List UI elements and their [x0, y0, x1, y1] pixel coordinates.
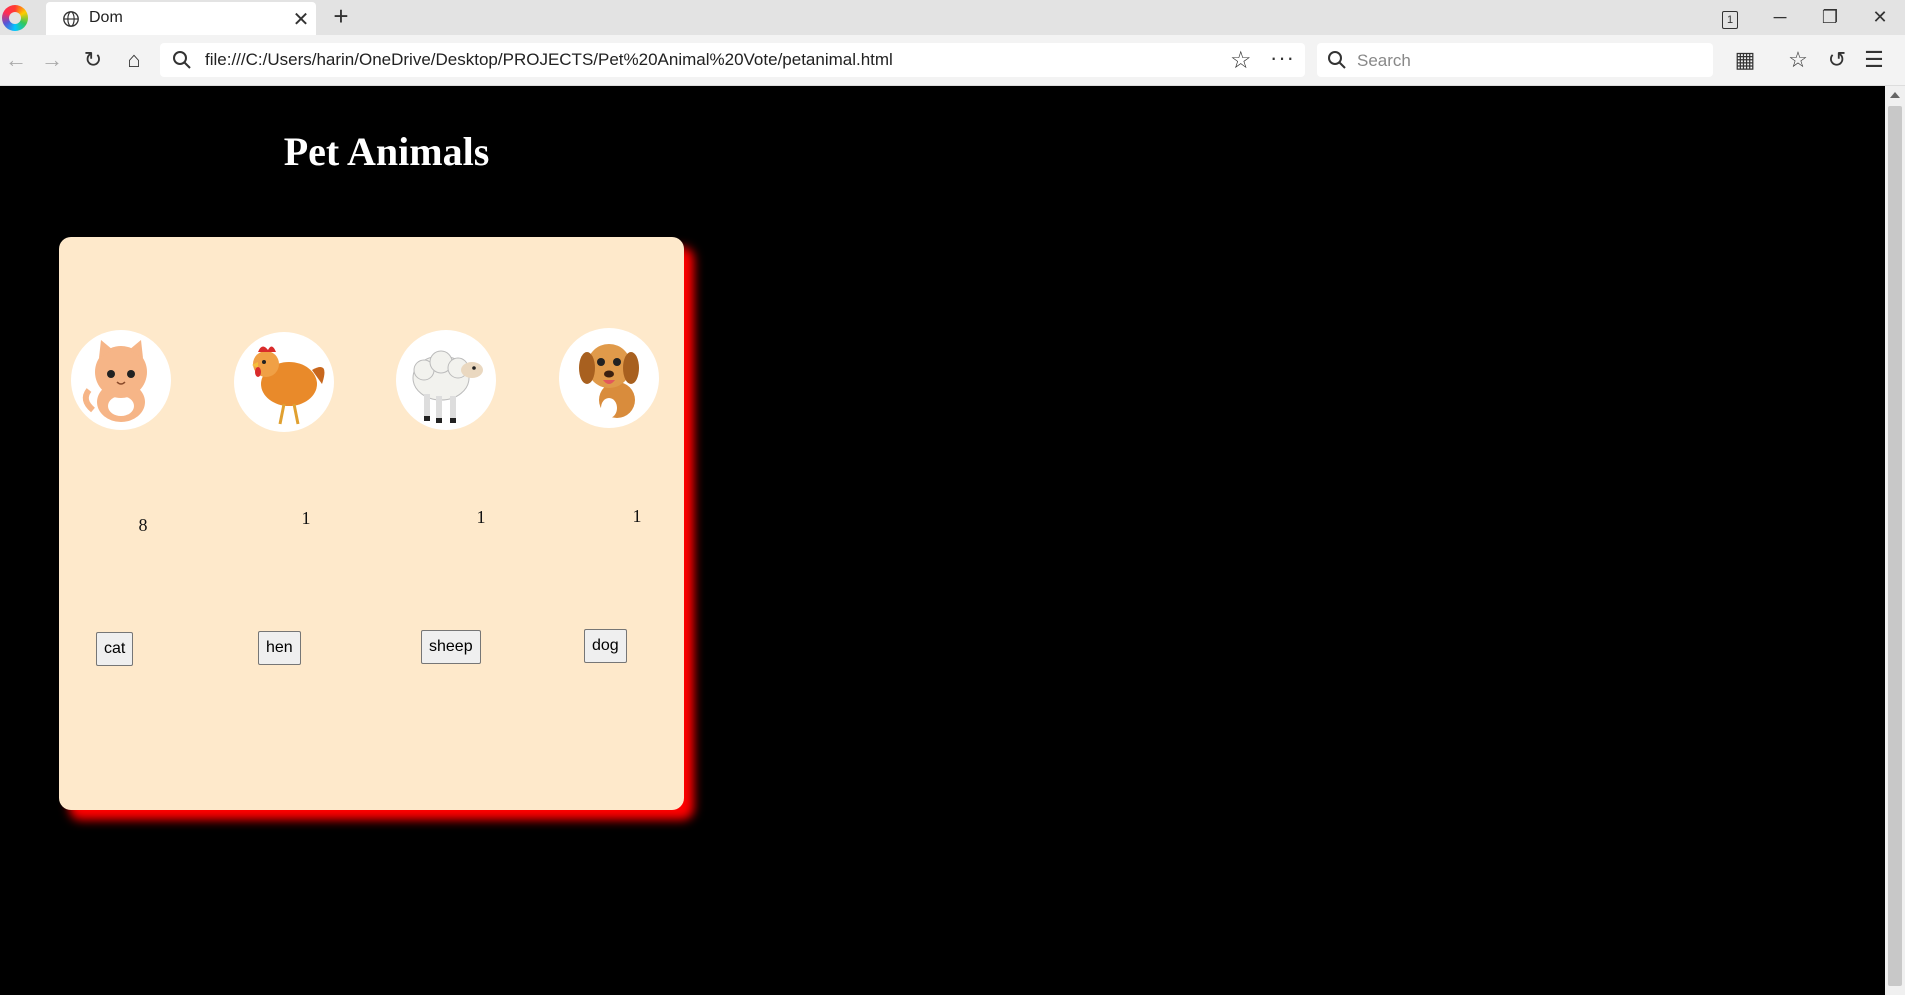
search-icon	[1328, 51, 1346, 69]
scrollbar-thumb[interactable]	[1888, 106, 1902, 986]
reload-icon[interactable]: ↻	[79, 46, 107, 74]
browser-logo-icon	[2, 5, 28, 31]
menu-icon[interactable]: ☰	[1860, 46, 1888, 74]
back-icon[interactable]: ←	[2, 46, 30, 74]
vote-dog-button[interactable]: dog	[584, 629, 627, 663]
tab-strip: Dom ✕ + 1 ─ ❐ ✕	[0, 0, 1905, 35]
home-icon[interactable]: ⌂	[120, 46, 148, 74]
favorites-icon[interactable]: ☆	[1784, 46, 1812, 74]
restore-icon[interactable]: ❐	[1813, 2, 1847, 32]
vote-card: 8 1 1 1 cat hen sheep dog	[59, 237, 684, 810]
undo-icon[interactable]: ↺	[1823, 46, 1851, 74]
forward-icon[interactable]: →	[38, 46, 66, 74]
cat-vote-count: 8	[138, 515, 148, 535]
more-options-icon[interactable]: ···	[1270, 45, 1295, 71]
dog-vote-count: 1	[632, 506, 642, 526]
tab-title: Dom	[89, 9, 123, 26]
hen-vote-count: 1	[301, 508, 311, 528]
bookmark-star-icon[interactable]: ☆	[1230, 46, 1252, 75]
address-bar[interactable]: file:///C:/Users/harin/OneDrive/Desktop/…	[160, 43, 1305, 77]
sheep-image	[396, 330, 496, 430]
sheep-icon	[412, 350, 483, 423]
tab-count: 1	[1722, 11, 1738, 29]
search-box[interactable]	[1317, 43, 1713, 77]
url-text[interactable]: file:///C:/Users/harin/OneDrive/Desktop/…	[205, 50, 893, 70]
page-content: Pet Animals 8 1 1 1 cat hen sheep dog	[0, 86, 1885, 995]
globe-icon	[63, 11, 79, 27]
search-icon	[173, 51, 191, 69]
new-tab-icon[interactable]: +	[326, 1, 356, 32]
page-title: Pet Animals	[283, 129, 490, 174]
vertical-scrollbar[interactable]	[1885, 86, 1905, 995]
hen-icon	[252, 346, 325, 425]
browser-tab[interactable]: Dom ✕	[46, 2, 316, 35]
hen-image	[234, 332, 334, 432]
navigation-bar: ← → ↻ ⌂ file:///C:/Users/harin/OneDrive/…	[0, 35, 1905, 86]
minimize-icon[interactable]: ─	[1763, 2, 1797, 32]
sheep-vote-count: 1	[476, 507, 486, 527]
vote-cat-button[interactable]: cat	[96, 632, 134, 666]
vote-sheep-button[interactable]: sheep	[421, 630, 481, 664]
vote-hen-button[interactable]: hen	[258, 631, 301, 665]
search-input[interactable]	[1355, 47, 1699, 75]
scroll-up-icon[interactable]	[1890, 92, 1900, 98]
dog-image	[559, 328, 659, 428]
cat-image	[71, 330, 171, 430]
close-tab-icon[interactable]: ✕	[290, 7, 312, 32]
dog-icon	[579, 344, 639, 418]
extensions-grid-icon[interactable]: ▦	[1731, 46, 1759, 74]
close-window-icon[interactable]: ✕	[1863, 2, 1897, 32]
cat-icon	[82, 340, 147, 422]
tab-counter-icon[interactable]: 1	[1713, 2, 1747, 32]
